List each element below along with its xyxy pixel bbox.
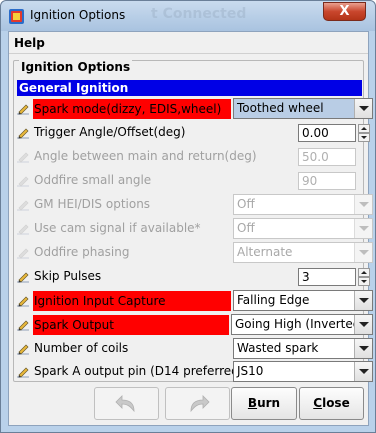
close-button-label: lose: [322, 396, 350, 410]
row-number-of-coils: Number of coils Wasted spark: [16, 338, 373, 360]
group-title: Ignition Options: [19, 60, 133, 74]
pencil-icon[interactable]: [16, 294, 30, 308]
arrow-down-icon[interactable]: [358, 133, 370, 142]
burn-button-label: urn: [257, 396, 281, 410]
pencil-icon: [17, 224, 29, 235]
background-window-title: t Connected: [151, 6, 247, 22]
row-ignition-input-capture: Ignition Input Capture Falling Edge: [16, 290, 373, 312]
row-oddfire-small-angle: Oddfire small angle 90: [16, 170, 362, 192]
angle-main-return-input: 50.0: [298, 148, 356, 166]
chevron-down-icon[interactable]: [354, 339, 372, 358]
trigger-angle-label: Trigger Angle/Offset(deg): [34, 125, 186, 139]
row-spark-mode: Spark mode(dizzy, EDIS,wheel) Toothed wh…: [16, 98, 373, 120]
ignition-input-capture-label: Ignition Input Capture: [33, 291, 231, 311]
pencil-icon: [17, 248, 29, 259]
title-bar[interactable]: Ignition Options t Connected X: [1, 1, 375, 31]
spark-a-output-pin-value: JS10: [237, 364, 264, 378]
burn-button[interactable]: Burn: [231, 387, 297, 420]
row-skip-pulses: Skip Pulses 3: [16, 266, 370, 288]
row-spark-a-output-pin: Spark A output pin (D14 preferred) JS10: [16, 361, 373, 383]
ignition-options-group: Ignition Options General Ignition Spark …: [13, 60, 373, 383]
pencil-icon[interactable]: [16, 318, 30, 332]
oddfire-phasing-value: Alternate: [237, 245, 293, 259]
button-bar: Burn Close: [9, 384, 368, 426]
chevron-down-icon: [354, 219, 372, 238]
app-icon: [9, 9, 24, 24]
trigger-angle-input[interactable]: 0.00: [298, 124, 356, 142]
row-oddfire-phasing: Oddfire phasing Alternate: [16, 242, 373, 264]
trigger-angle-value: 0.00: [302, 126, 329, 140]
angle-main-return-label: Angle between main and return(deg): [34, 149, 257, 163]
section-header-general-ignition: General Ignition: [17, 80, 362, 96]
close-icon: X: [339, 4, 350, 19]
close-button[interactable]: Close: [299, 387, 364, 420]
pencil-icon[interactable]: [16, 365, 30, 379]
arrow-up-icon[interactable]: [358, 124, 370, 133]
number-of-coils-combo[interactable]: Wasted spark: [233, 338, 373, 359]
pencil-icon: [17, 176, 29, 187]
spark-output-combo[interactable]: Going High (Inverted): [231, 314, 373, 335]
chevron-down-icon: [354, 195, 372, 214]
menu-bar: Help: [9, 32, 368, 54]
ignition-input-capture-value: Falling Edge: [237, 293, 310, 307]
burn-button-mnemonic: B: [247, 396, 258, 410]
skip-pulses-input[interactable]: 3: [298, 268, 356, 286]
pencil-icon: [17, 200, 29, 211]
close-button-mnemonic: C: [313, 396, 323, 410]
skip-pulses-value: 3: [302, 270, 310, 284]
oddfire-phasing-label: Oddfire phasing: [34, 245, 130, 259]
undo-button[interactable]: [94, 387, 159, 420]
arrow-down-icon[interactable]: [358, 277, 370, 286]
row-spark-output: Spark Output Going High (Inverted): [16, 314, 373, 336]
gm-hei-dis-combo: Off: [233, 194, 373, 215]
spark-a-output-pin-combo[interactable]: JS10: [233, 361, 373, 382]
gm-hei-dis-value: Off: [237, 197, 255, 211]
spark-output-value: Going High (Inverted): [235, 317, 366, 331]
trigger-angle-stepper[interactable]: [358, 124, 370, 142]
undo-icon: [114, 395, 134, 413]
chevron-down-icon[interactable]: [354, 315, 372, 334]
skip-pulses-label: Skip Pulses: [34, 269, 102, 283]
chevron-down-icon: [354, 243, 372, 262]
spark-mode-value: Toothed wheel: [237, 101, 324, 115]
row-trigger-angle: Trigger Angle/Offset(deg) 0.00: [16, 122, 370, 144]
pencil-icon[interactable]: [16, 126, 30, 140]
oddfire-small-angle-label: Oddfire small angle: [34, 173, 152, 187]
window-title: Ignition Options: [30, 8, 126, 22]
ignition-options-window: Ignition Options t Connected X Help Igni…: [0, 0, 376, 433]
spark-mode-combo[interactable]: Toothed wheel: [233, 98, 373, 119]
oddfire-small-angle-value: 90: [302, 174, 318, 188]
spark-a-output-pin-label: Spark A output pin (D14 preferred): [34, 364, 244, 378]
number-of-coils-label: Number of coils: [34, 341, 129, 355]
spark-mode-label: Spark mode(dizzy, EDIS,wheel): [33, 99, 231, 119]
ignition-input-capture-combo[interactable]: Falling Edge: [233, 290, 373, 311]
chevron-down-icon[interactable]: [354, 362, 372, 381]
use-cam-signal-combo: Off: [233, 218, 373, 239]
dialog-body: Help Ignition Options General Ignition S…: [8, 31, 373, 426]
gm-hei-dis-label: GM HEI/DIS options: [34, 197, 151, 211]
redo-icon: [190, 395, 210, 413]
redo-button[interactable]: [165, 387, 230, 420]
pencil-icon[interactable]: [16, 102, 30, 116]
row-angle-main-return: Angle between main and return(deg) 50.0: [16, 146, 362, 168]
oddfire-small-angle-input: 90: [298, 172, 356, 190]
skip-pulses-stepper[interactable]: [358, 268, 370, 286]
window-close-button[interactable]: X: [323, 2, 366, 21]
use-cam-signal-value: Off: [237, 221, 255, 235]
angle-main-return-value: 50.0: [302, 150, 329, 164]
row-gm-hei-dis: GM HEI/DIS options Off: [16, 194, 373, 216]
use-cam-signal-label: Use cam signal if available*: [34, 221, 201, 235]
pencil-icon: [17, 152, 29, 163]
number-of-coils-value: Wasted spark: [237, 341, 319, 355]
arrow-up-icon[interactable]: [358, 268, 370, 277]
chevron-down-icon[interactable]: [354, 291, 372, 310]
oddfire-phasing-combo: Alternate: [233, 242, 373, 263]
pencil-icon[interactable]: [16, 342, 30, 356]
pencil-icon[interactable]: [16, 270, 30, 284]
spark-output-label: Spark Output: [33, 315, 229, 335]
row-use-cam-signal: Use cam signal if available* Off: [16, 218, 373, 240]
chevron-down-icon[interactable]: [354, 99, 372, 118]
menu-help[interactable]: Help: [14, 36, 45, 50]
